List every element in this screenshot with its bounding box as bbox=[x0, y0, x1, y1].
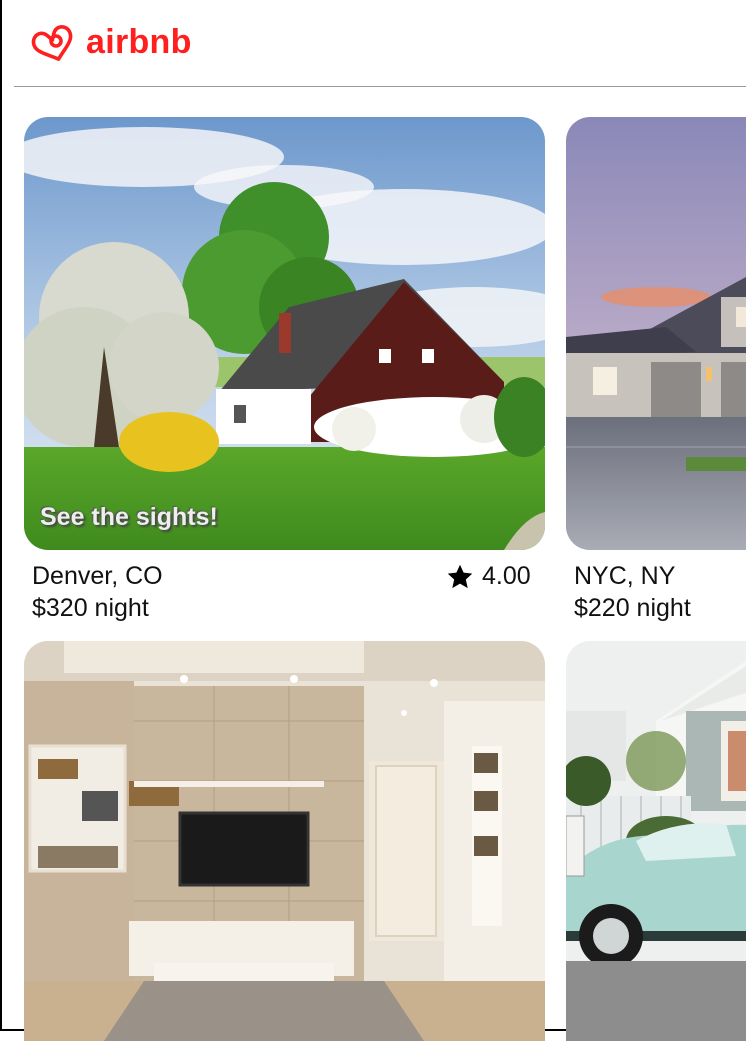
window-left-border bbox=[0, 0, 2, 1031]
listing-photo-caption: See the sights! bbox=[40, 503, 218, 531]
suburban-house-garage-photo[interactable] bbox=[566, 117, 746, 550]
white-house-vintage-car-photo[interactable] bbox=[566, 641, 746, 1041]
listing-rating-value: 4.00 bbox=[482, 562, 531, 590]
countryside-cottage-photo[interactable]: See the sights! bbox=[24, 117, 545, 550]
listing-card[interactable] bbox=[566, 641, 746, 1041]
listing-price: $220 night bbox=[574, 594, 691, 622]
airbnb-logo-link[interactable]: airbnb bbox=[30, 20, 192, 64]
living-room-tv-wall-photo[interactable] bbox=[24, 641, 545, 1041]
listing-rating: 4.00 bbox=[446, 562, 531, 591]
star-icon bbox=[447, 564, 473, 588]
airbnb-belo-icon bbox=[31, 25, 73, 61]
brand-wordmark: airbnb bbox=[86, 22, 192, 61]
listing-card[interactable]: See the sights! Denver, CO 4.00 $320 nig… bbox=[24, 117, 545, 627]
listing-price: $320 night bbox=[32, 594, 149, 622]
listing-city: Denver, CO bbox=[32, 562, 163, 590]
listing-card[interactable] bbox=[24, 641, 545, 1041]
top-header: airbnb bbox=[14, 0, 746, 87]
listing-card[interactable]: NYC, NY $220 night bbox=[566, 117, 746, 627]
listing-city: NYC, NY bbox=[574, 562, 676, 590]
